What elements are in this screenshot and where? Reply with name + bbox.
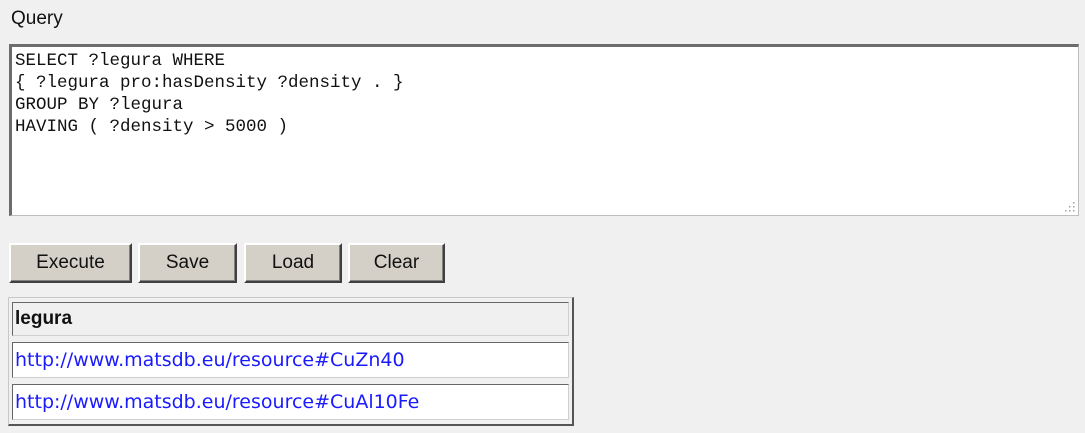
- results-column-header: legura: [12, 302, 569, 336]
- load-button[interactable]: Load: [244, 243, 342, 283]
- query-line: GROUP BY ?legura: [15, 95, 184, 115]
- result-link[interactable]: http://www.matsdb.eu/resource#CuAl10Fe: [15, 391, 419, 413]
- query-textarea[interactable]: SELECT ?legura WHERE { ?legura pro:hasDe…: [9, 44, 1079, 216]
- query-line: { ?legura pro:hasDensity ?density . }: [15, 73, 404, 93]
- query-line: SELECT ?legura WHERE: [15, 51, 226, 71]
- table-row: http://www.matsdb.eu/resource#CuZn40: [12, 342, 569, 378]
- clear-button[interactable]: Clear: [348, 243, 445, 283]
- query-label: Query: [11, 8, 63, 29]
- save-button[interactable]: Save: [138, 243, 237, 283]
- sparql-query-page: Query SELECT ?legura WHERE { ?legura pro…: [0, 0, 1085, 433]
- result-link[interactable]: http://www.matsdb.eu/resource#CuZn40: [15, 349, 405, 371]
- execute-button[interactable]: Execute: [9, 243, 132, 283]
- resize-grip-icon[interactable]: [1065, 202, 1075, 212]
- query-line: HAVING ( ?density > 5000 ): [15, 117, 289, 137]
- table-row: http://www.matsdb.eu/resource#CuAl10Fe: [12, 384, 569, 420]
- results-table: legura http://www.matsdb.eu/resource#CuZ…: [8, 297, 574, 426]
